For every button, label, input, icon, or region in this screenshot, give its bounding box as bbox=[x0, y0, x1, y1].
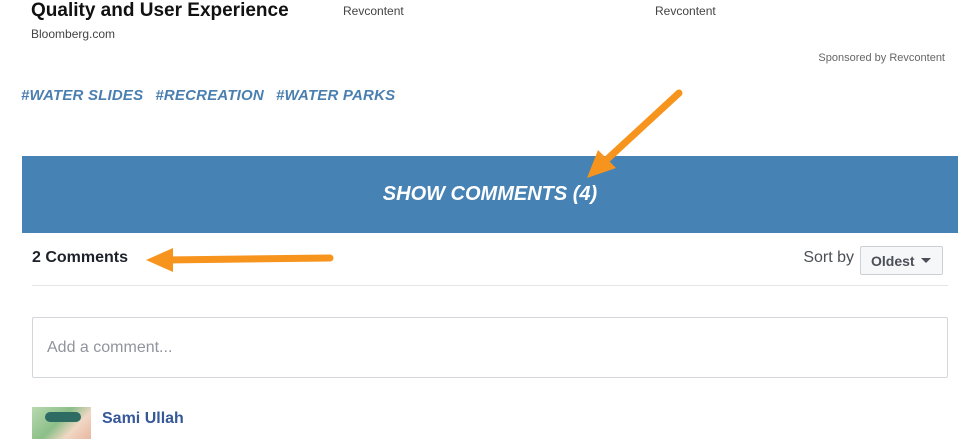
ad-source-revcontent-1[interactable]: Revcontent bbox=[343, 4, 404, 18]
ad-title[interactable]: Quality and User Experience bbox=[31, 0, 289, 22]
show-comments-label: SHOW COMMENTS (4) bbox=[382, 183, 598, 205]
caret-down-icon bbox=[920, 258, 931, 263]
tag-list: #WATER SLIDES #RECREATION #WATER PARKS bbox=[21, 87, 395, 104]
sort-value: Oldest bbox=[871, 252, 915, 269]
ad-source: Bloomberg.com bbox=[31, 27, 116, 41]
sunglasses-graphic bbox=[45, 412, 81, 422]
comments-header: 2 Comments Sort by Oldest bbox=[32, 246, 948, 286]
comment-count: 2 Comments bbox=[32, 249, 129, 266]
commenter-name[interactable]: Sami Ullah bbox=[102, 410, 184, 428]
sponsored-label[interactable]: Sponsored by Revcontent bbox=[818, 52, 945, 64]
tag-water-slides[interactable]: #WATER SLIDES bbox=[21, 87, 143, 104]
arrow-shaft-to-button bbox=[598, 89, 683, 168]
ad-source-revcontent-2[interactable]: Revcontent bbox=[655, 4, 716, 18]
sort-dropdown[interactable]: Oldest bbox=[860, 246, 943, 275]
show-comments-button[interactable]: SHOW COMMENTS (4) bbox=[22, 156, 958, 233]
avatar[interactable] bbox=[32, 407, 91, 439]
comment-input[interactable] bbox=[32, 317, 948, 378]
tag-water-parks[interactable]: #WATER PARKS bbox=[276, 87, 395, 104]
sort-label: Sort by bbox=[803, 249, 854, 266]
tag-recreation[interactable]: #RECREATION bbox=[155, 87, 264, 104]
